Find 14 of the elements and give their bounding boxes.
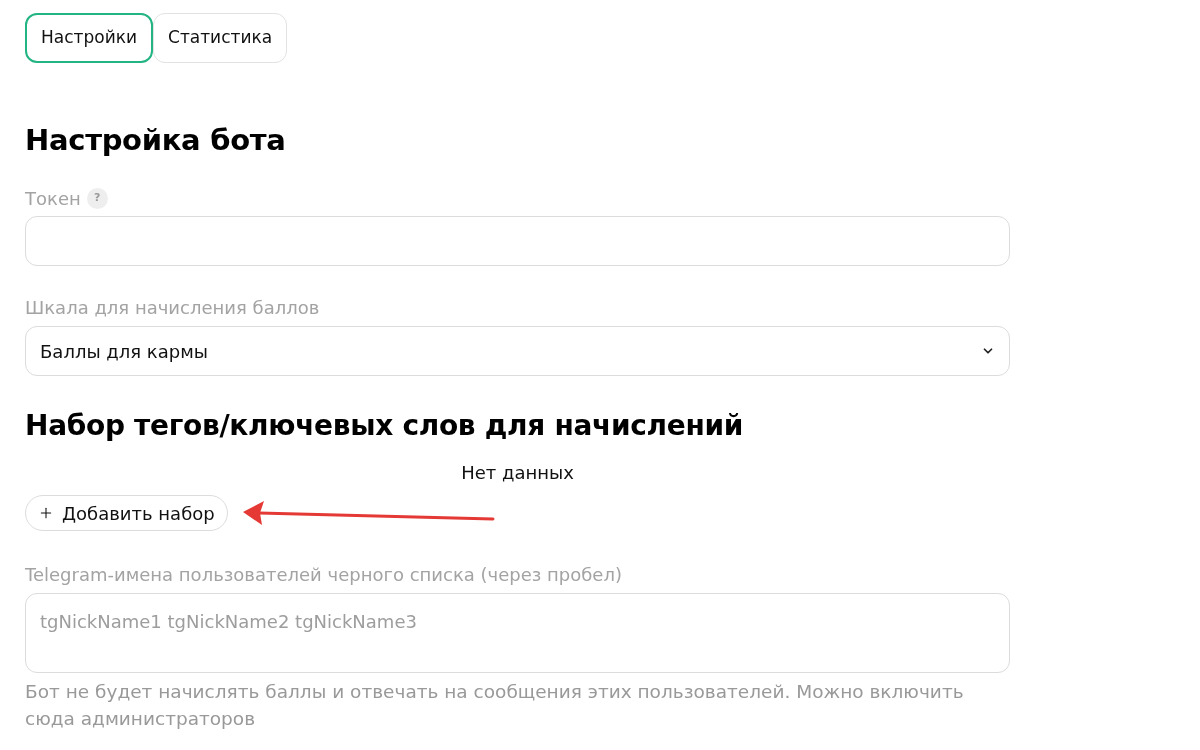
section-heading: Настройка бота (25, 122, 287, 159)
empty-state-text: Нет данных (461, 461, 574, 485)
select-value: Баллы для кармы (40, 339, 208, 364)
section-heading: Набор тегов/ключевых слов для начислений (25, 408, 745, 444)
field-label: Токен (25, 186, 81, 211)
field-label: Telegram-имена пользователей черного списка (через пробел) (25, 563, 623, 587)
tab[interactable]: Настройки (25, 13, 153, 63)
hint-text: Бот не будет начислять баллы и отвечать на сообщения этих пользователей. Можно включить сюда администраторов (25, 680, 965, 731)
tab[interactable]: Статистика (153, 13, 288, 63)
field-label: Шкала для начисления баллов (25, 296, 321, 320)
plus-icon (38, 505, 54, 521)
token-input[interactable] (25, 216, 1010, 266)
scale-select[interactable]: Баллы для кармы (25, 326, 1010, 376)
blacklist-textarea[interactable]: tgNickName1 tgNickName2 tgNickName3 (25, 593, 1010, 673)
